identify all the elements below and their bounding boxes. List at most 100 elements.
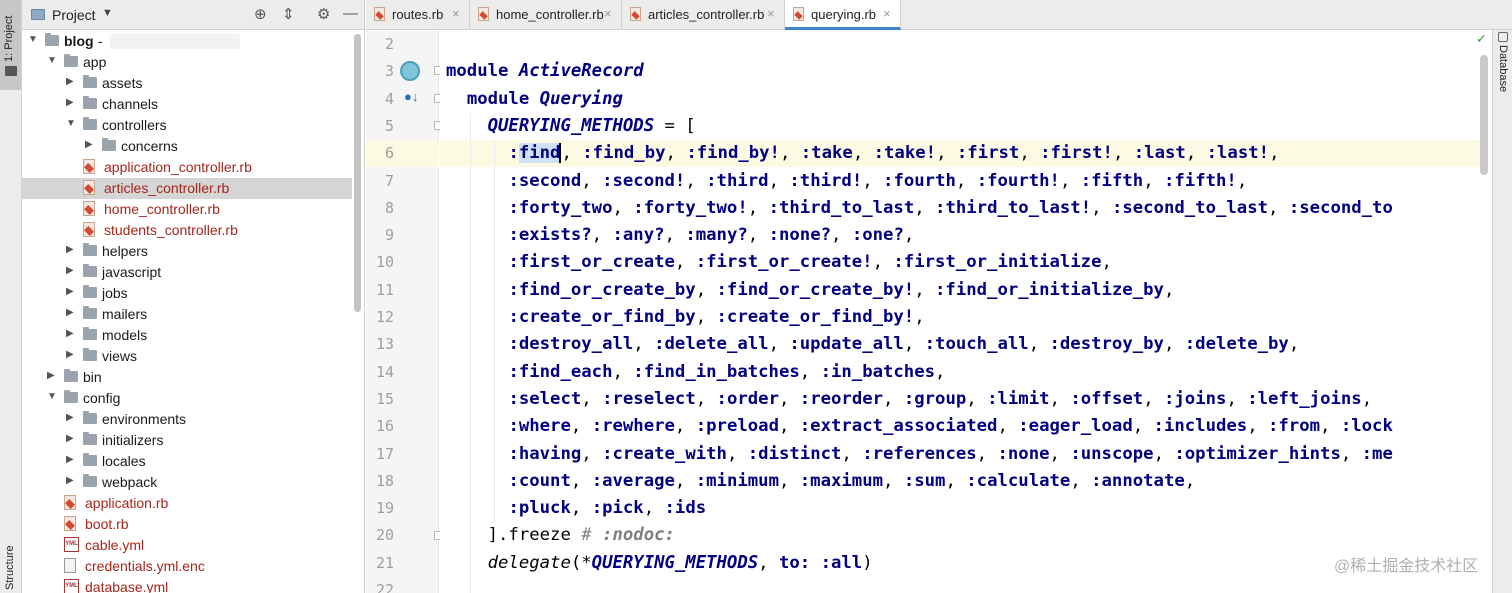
chevron-right-icon[interactable]: ▶	[66, 433, 76, 444]
tab-label: querying.rb	[811, 7, 877, 22]
tree-item[interactable]: ▼ controllers	[22, 115, 352, 136]
tree-item[interactable]: ▼ config	[22, 388, 352, 409]
tree-item[interactable]: ▼ app	[22, 52, 352, 73]
chevron-right-icon[interactable]: ▶	[66, 412, 76, 423]
line-number: 16	[375, 417, 394, 436]
chevron-right-icon[interactable]: ▶	[66, 286, 76, 297]
text-file-icon	[64, 558, 76, 573]
project-folder-icon	[31, 9, 45, 20]
line-number: 8	[384, 198, 394, 217]
line-number: 9	[384, 226, 394, 245]
tree-item[interactable]: application_controller.rb	[22, 157, 352, 178]
chevron-right-icon[interactable]: ▶	[66, 349, 76, 360]
tree-item-label: config	[83, 390, 121, 406]
chevron-down-icon[interactable]: ▼	[28, 34, 38, 45]
project-tool-tab[interactable]: 1: Project	[0, 0, 21, 90]
chevron-down-icon[interactable]: ▼	[66, 118, 76, 129]
folder-icon	[64, 390, 78, 403]
line-number: 15	[375, 389, 394, 408]
chevron-right-icon[interactable]: ▶	[66, 328, 76, 339]
tree-item[interactable]: ▶ locales	[22, 451, 352, 472]
tree-item[interactable]: ▶ assets	[22, 73, 352, 94]
database-tool-tab[interactable]: Database	[1497, 45, 1509, 92]
tab-articles-controller[interactable]: articles_controller.rb ×	[622, 0, 785, 30]
chevron-right-icon[interactable]: ▶	[66, 454, 76, 465]
chevron-right-icon[interactable]: ▶	[66, 76, 76, 87]
tree-item[interactable]: ▶ bin	[22, 367, 352, 388]
folder-icon	[83, 75, 97, 88]
tree-item[interactable]: boot.rb	[22, 514, 352, 535]
tree-item[interactable]: ▶ environments	[22, 409, 352, 430]
tree-item[interactable]: ▶ concerns	[22, 136, 352, 157]
code-editor[interactable]: module ActiveRecord module Querying QUER…	[440, 31, 1492, 593]
tree-item-label: javascript	[102, 264, 162, 280]
tree-item-label: credentials.yml.enc	[85, 558, 205, 574]
structure-tool-tab[interactable]: Structure	[4, 545, 16, 590]
chevron-down-icon[interactable]: ▼	[47, 55, 57, 66]
chevron-right-icon[interactable]: ▶	[66, 97, 76, 108]
chevron-right-icon[interactable]: ▶	[47, 370, 57, 381]
tree-item[interactable]: ▶ helpers	[22, 241, 352, 262]
tree-item-label: home_controller.rb	[104, 201, 220, 217]
tree-item[interactable]: ▼ blog -	[22, 31, 352, 52]
tree-item[interactable]: ▶ webpack	[22, 472, 352, 493]
line-number: 11	[375, 280, 394, 299]
tree-item-label: jobs	[102, 285, 128, 301]
editor-scrollbar[interactable]	[1480, 55, 1488, 175]
folder-icon	[83, 348, 97, 361]
close-icon[interactable]: ×	[767, 6, 775, 21]
tree-item[interactable]: ▶ mailers	[22, 304, 352, 325]
tree-item[interactable]: ▶ jobs	[22, 283, 352, 304]
close-icon[interactable]: ×	[604, 6, 612, 21]
override-method-icon[interactable]: ●↓	[404, 89, 418, 104]
line-number: 5	[384, 116, 394, 135]
tab-querying[interactable]: querying.rb ×	[785, 0, 901, 30]
editor-tabs-bar: routes.rb × home_controller.rb × article…	[366, 0, 1512, 30]
chevron-right-icon[interactable]: ▶	[85, 139, 95, 150]
tree-item[interactable]: application.rb	[22, 493, 352, 514]
chevron-right-icon[interactable]: ▶	[66, 244, 76, 255]
chevron-right-icon[interactable]: ▶	[66, 265, 76, 276]
tree-item[interactable]: home_controller.rb	[22, 199, 352, 220]
left-tool-stripe: 1: Project Structure	[0, 0, 22, 593]
tab-routes[interactable]: routes.rb ×	[366, 0, 470, 30]
chevron-right-icon[interactable]: ▶	[66, 475, 76, 486]
tree-item[interactable]: ▶ models	[22, 325, 352, 346]
line-number: 6	[384, 144, 394, 163]
line-number: 19	[375, 499, 394, 518]
watermark: @稀土掘金技术社区	[1334, 558, 1479, 575]
hide-panel-icon[interactable]: —	[343, 5, 358, 22]
folder-icon	[83, 453, 97, 466]
tree-item-label: boot.rb	[85, 516, 129, 532]
tree-item[interactable]: YML cable.yml	[22, 535, 352, 556]
tab-label: routes.rb	[392, 7, 444, 22]
tree-item[interactable]: YML database.yml	[22, 577, 352, 593]
close-icon[interactable]: ×	[883, 6, 891, 21]
gear-icon[interactable]: ⚙	[317, 5, 330, 23]
redacted-path	[110, 34, 240, 49]
tree-item[interactable]: ▶ views	[22, 346, 352, 367]
ruby-file-icon	[630, 7, 641, 21]
locate-icon[interactable]: ⊕	[254, 5, 267, 23]
code-line: :first_or_create, :first_or_create!, :fi…	[508, 252, 1112, 273]
chevron-right-icon[interactable]: ▶	[66, 307, 76, 318]
tree-item[interactable]: ▶ initializers	[22, 430, 352, 451]
tree-item[interactable]: ▶ javascript	[22, 262, 352, 283]
collapse-all-icon[interactable]: ⇕	[282, 5, 295, 23]
tab-home-controller[interactable]: home_controller.rb ×	[470, 0, 622, 30]
tree-item-label: models	[102, 327, 148, 343]
close-icon[interactable]: ×	[452, 6, 460, 21]
project-view-selector[interactable]: Project	[52, 7, 96, 23]
tree-item-label: bin	[83, 369, 102, 385]
tree-item-suffix: -	[98, 33, 103, 49]
tree-item[interactable]: credentials.yml.enc	[22, 556, 352, 577]
line-number: 12	[375, 308, 394, 326]
chevron-down-icon[interactable]: ▼	[47, 391, 57, 402]
tree-item-label: helpers	[102, 243, 148, 259]
project-scrollbar[interactable]	[354, 34, 361, 312]
implemented-module-icon[interactable]	[400, 61, 420, 81]
tree-item[interactable]: articles_controller.rb	[22, 178, 352, 199]
chevron-down-icon[interactable]: ▼	[102, 7, 113, 19]
tree-item[interactable]: students_controller.rb	[22, 220, 352, 241]
tree-item[interactable]: ▶ channels	[22, 94, 352, 115]
